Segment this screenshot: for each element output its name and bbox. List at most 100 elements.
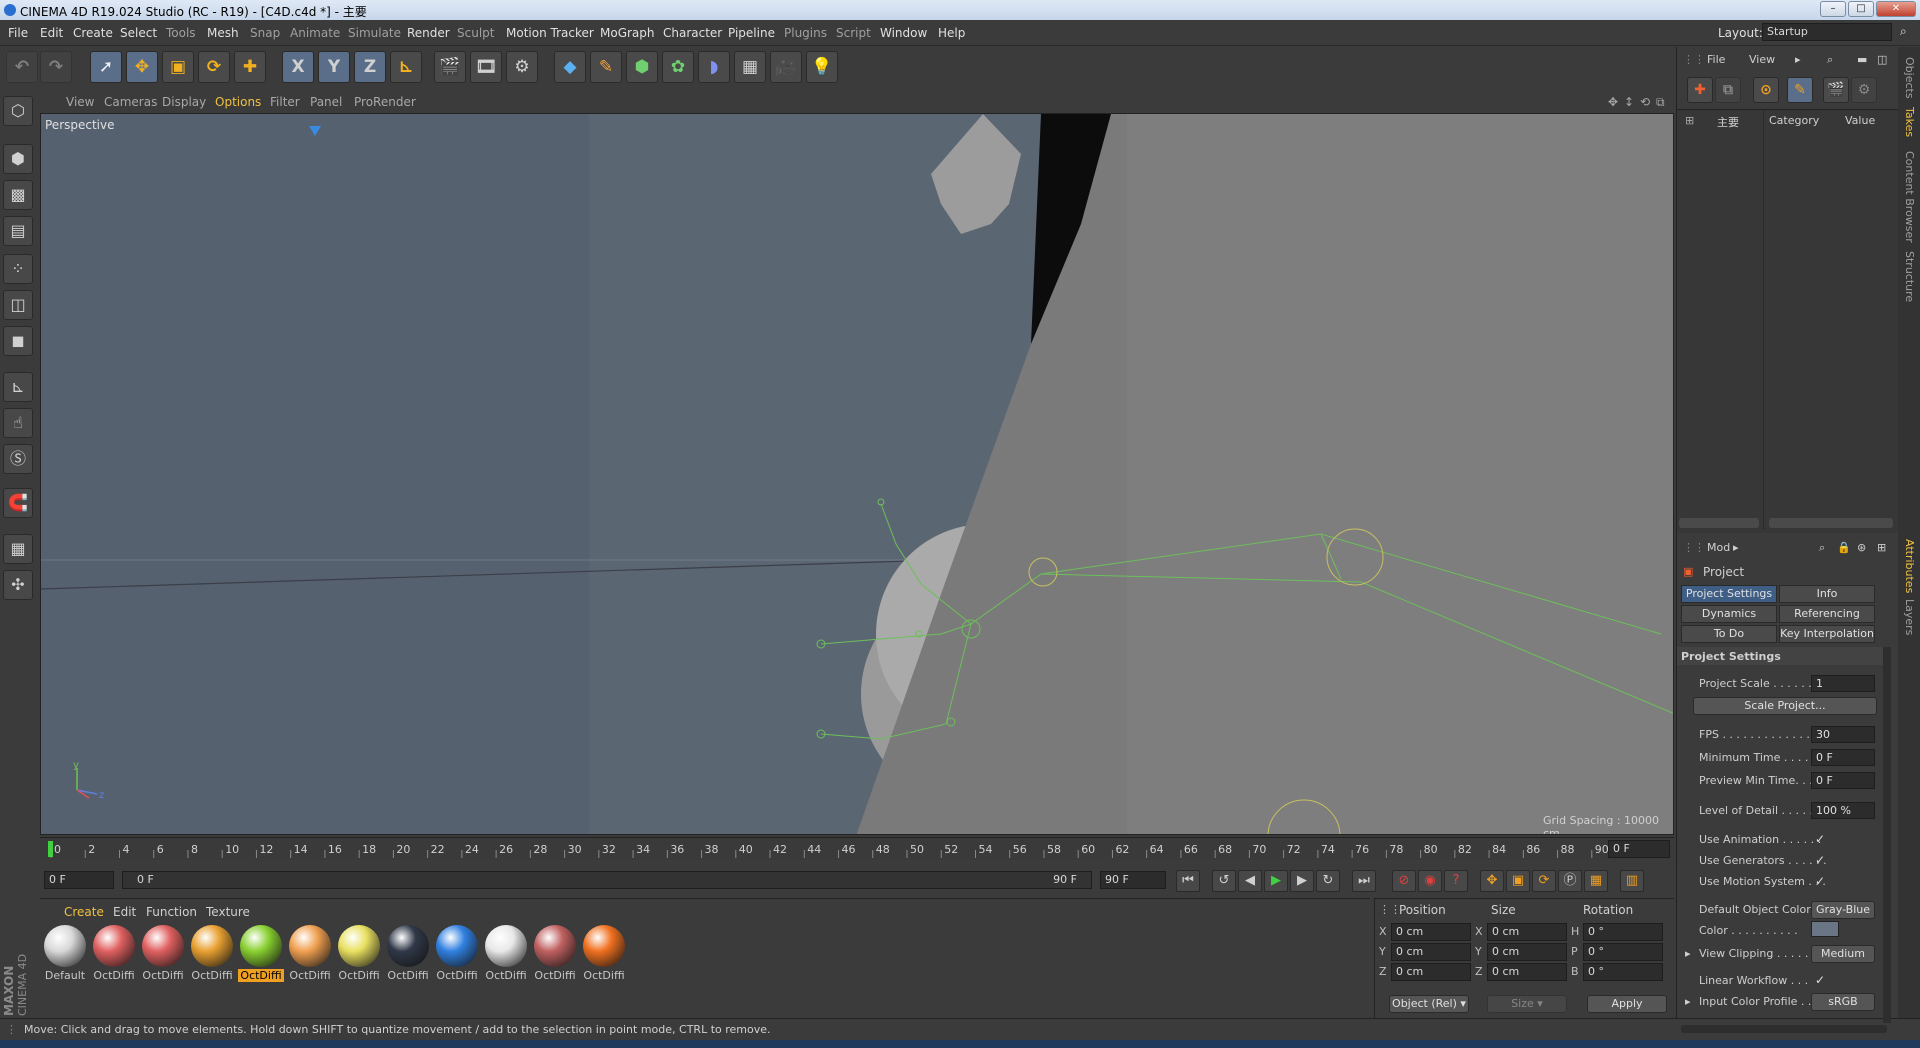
menu-edit[interactable]: Edit: [40, 26, 63, 40]
timeline-ruler[interactable]: 0 2 4 6 8 10 12 14 16 18 20 22 24 26 28 30 32 34 36 38 40 42 4…: [40, 837, 1674, 859]
material-menu-function[interactable]: Function: [146, 905, 197, 919]
level-of-detail-field[interactable]: 100 %: [1811, 802, 1875, 819]
tab-dynamics[interactable]: Dynamics: [1681, 605, 1777, 623]
take-add-icon[interactable]: ✚: [1687, 77, 1713, 103]
use-animation-checkbox[interactable]: ✓: [1815, 832, 1825, 846]
viewport-menu-panel[interactable]: Panel: [310, 95, 342, 109]
project-scale-field[interactable]: 1: [1811, 675, 1875, 692]
viewport-pan-icon[interactable]: ✥: [1608, 95, 1618, 109]
attributes-new-icon[interactable]: ⊞: [1877, 541, 1886, 554]
next-frame-icon[interactable]: ▶: [1290, 870, 1314, 892]
search-icon[interactable]: ⌕: [1900, 24, 1907, 39]
viewport-menu-cameras[interactable]: Cameras: [104, 95, 157, 109]
coordinate-system-icon[interactable]: ⊾: [390, 51, 422, 83]
model-mode-icon[interactable]: ⬢: [3, 144, 33, 174]
make-editable-icon[interactable]: ⬡: [3, 96, 33, 126]
menu-render[interactable]: Render: [407, 26, 450, 40]
tab-to-do[interactable]: To Do: [1681, 625, 1777, 643]
previous-key-icon[interactable]: ↺: [1212, 870, 1236, 892]
material-swatch[interactable]: OctDiffi: [287, 925, 333, 983]
viewport-menu-display[interactable]: Display: [162, 95, 206, 109]
take-clone-icon[interactable]: ⧉: [1715, 77, 1741, 103]
material-swatch[interactable]: OctDiffi: [336, 925, 382, 983]
axis-z-button[interactable]: Z: [354, 51, 386, 83]
apply-button[interactable]: Apply: [1587, 995, 1667, 1013]
menu-help[interactable]: Help: [938, 26, 965, 40]
side-tab-layers[interactable]: Layers: [1903, 599, 1916, 635]
viewport-menu-filter[interactable]: Filter: [270, 95, 300, 109]
light-icon[interactable]: 💡: [806, 51, 838, 83]
grid-snap-icon[interactable]: ✣: [3, 570, 33, 600]
next-key-icon[interactable]: ↻: [1316, 870, 1340, 892]
tab-project-settings[interactable]: Project Settings: [1681, 585, 1777, 603]
viewport-orbit-icon[interactable]: ⟲: [1640, 95, 1650, 109]
menu-window[interactable]: Window: [880, 26, 927, 40]
workplane-mode-icon[interactable]: ▤: [3, 216, 33, 246]
side-tab-structure[interactable]: Structure: [1903, 251, 1916, 302]
objects-new-window-icon[interactable]: ◫: [1877, 53, 1887, 66]
coord-field[interactable]: 0 °: [1583, 923, 1663, 941]
floor-icon[interactable]: ▦: [734, 51, 766, 83]
view-clipping-expand-icon[interactable]: ▸: [1685, 947, 1691, 960]
key-scale-icon[interactable]: ▣: [1506, 870, 1530, 892]
deformer-icon[interactable]: ◗: [698, 51, 730, 83]
go-to-start-icon[interactable]: ⏮: [1176, 870, 1200, 892]
color-swatch[interactable]: [1811, 921, 1839, 937]
objects-menu-view[interactable]: View: [1749, 53, 1775, 66]
attributes-hscroll[interactable]: [1681, 1025, 1887, 1033]
menu-snap[interactable]: Snap: [250, 26, 280, 40]
coords-size-select[interactable]: Size ▾: [1487, 995, 1567, 1013]
attributes-mode-menu[interactable]: Mod: [1707, 541, 1730, 554]
go-to-end-icon[interactable]: ⏭: [1352, 870, 1376, 892]
coord-field[interactable]: 0 cm: [1391, 923, 1471, 941]
objects-search-icon[interactable]: ⌕: [1827, 53, 1833, 67]
material-swatch[interactable]: OctDiffi: [385, 925, 431, 983]
edges-mode-icon[interactable]: ◫: [3, 290, 33, 320]
material-swatch[interactable]: OctDiffi: [140, 925, 186, 983]
solo-mode-icon[interactable]: Ⓢ: [3, 444, 33, 474]
menu-character[interactable]: Character: [663, 26, 722, 40]
scale-tool-icon[interactable]: ▣: [162, 51, 194, 83]
snap-icon[interactable]: 🧲: [3, 488, 33, 518]
menu-mesh[interactable]: Mesh: [207, 26, 239, 40]
material-swatch[interactable]: OctDiffi: [238, 925, 284, 983]
maximize-button[interactable]: □: [1848, 1, 1874, 17]
render-picture-viewer-icon[interactable]: 🎞: [470, 51, 502, 83]
material-swatch[interactable]: OctDiffi: [483, 925, 529, 983]
menu-motion-tracker[interactable]: Motion Tracker: [506, 26, 594, 40]
menu-file[interactable]: File: [8, 26, 28, 40]
default-object-color-select[interactable]: Gray-Blue: [1811, 901, 1875, 919]
material-swatch[interactable]: OctDiffi: [189, 925, 235, 983]
view-clipping-select[interactable]: Medium: [1811, 945, 1875, 963]
material-swatch[interactable]: OctDiffi: [581, 925, 627, 983]
minimize-button[interactable]: –: [1820, 1, 1846, 17]
axis-mode-icon[interactable]: ⊾: [3, 372, 33, 402]
menu-tools[interactable]: Tools: [166, 26, 196, 40]
tab-referencing[interactable]: Referencing: [1779, 605, 1875, 623]
menu-plugins[interactable]: Plugins: [784, 26, 827, 40]
cube-icon[interactable]: ◆: [554, 51, 586, 83]
menu-script[interactable]: Script: [836, 26, 871, 40]
fps-field[interactable]: 30: [1811, 726, 1875, 743]
viewport-menu-view[interactable]: View: [66, 95, 94, 109]
menu-select[interactable]: Select: [120, 26, 157, 40]
workplane-lock-icon[interactable]: ▦: [3, 534, 33, 564]
timeline-icon[interactable]: ▥: [1620, 870, 1644, 892]
material-swatch[interactable]: OctDiffi: [532, 925, 578, 983]
attributes-settings-icon[interactable]: ⊛: [1857, 541, 1866, 554]
side-tab-attributes[interactable]: Attributes: [1903, 539, 1916, 593]
objects-menu-file[interactable]: File: [1707, 53, 1725, 66]
close-button[interactable]: ✕: [1876, 1, 1916, 17]
side-tab-content-browser[interactable]: Content Browser: [1903, 151, 1916, 243]
current-frame-field[interactable]: 0 F: [1608, 840, 1670, 858]
playhead[interactable]: [48, 841, 53, 857]
end-frame-field[interactable]: 90 F: [1100, 871, 1166, 889]
pen-icon[interactable]: ✎: [590, 51, 622, 83]
render-view-icon[interactable]: 🎬: [434, 51, 466, 83]
material-swatch[interactable]: Default: [42, 925, 88, 983]
coord-field[interactable]: 0 cm: [1487, 923, 1567, 941]
coord-field[interactable]: 0 cm: [1391, 943, 1471, 961]
take-settings-icon[interactable]: ⚙: [1851, 77, 1877, 103]
menu-create[interactable]: Create: [73, 26, 113, 40]
preview-min-time-field[interactable]: 0 F: [1811, 772, 1875, 789]
